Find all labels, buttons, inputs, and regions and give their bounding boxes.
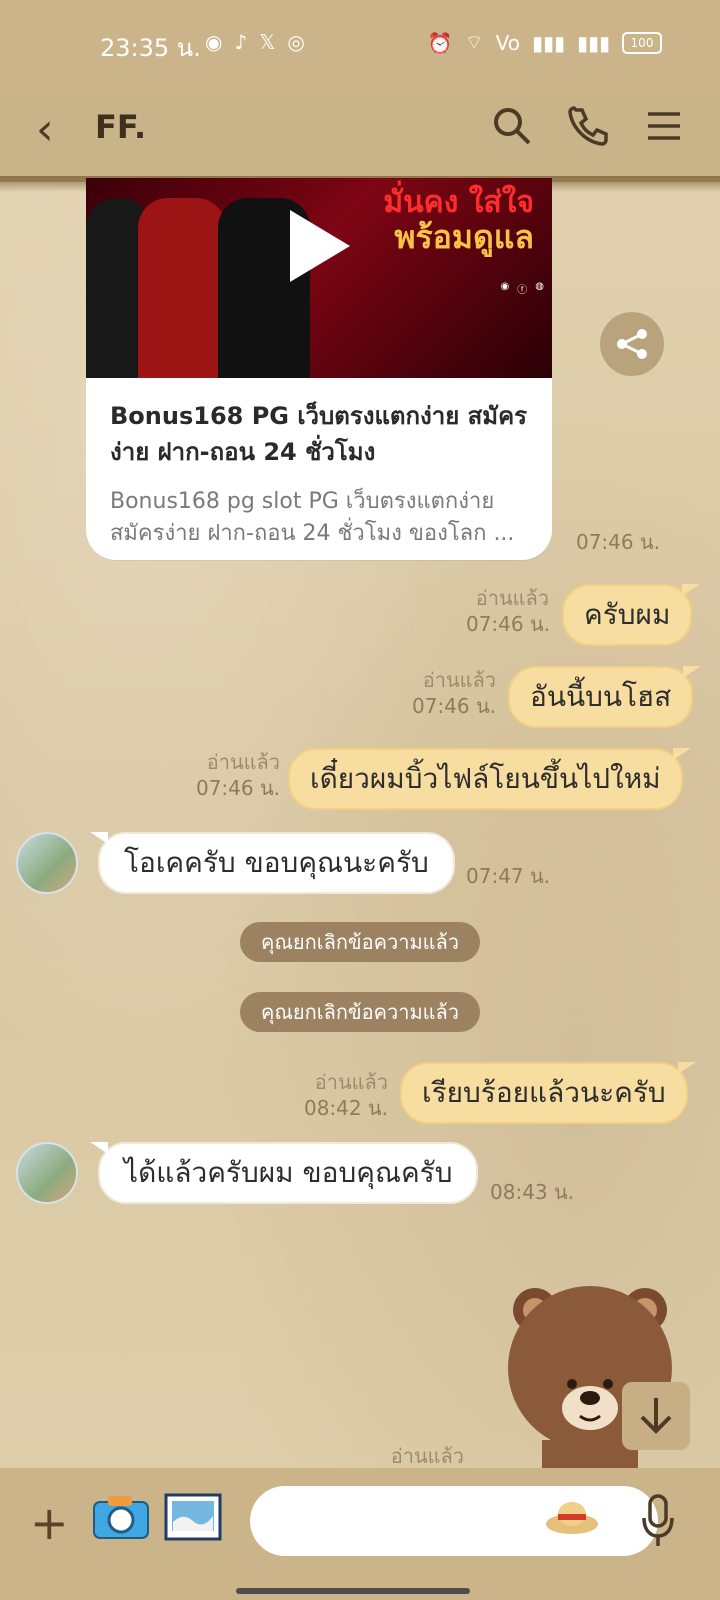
- plus-icon[interactable]: +: [30, 1496, 69, 1550]
- outgoing-message[interactable]: เรียบร้อยแล้วนะครับ: [400, 1062, 696, 1124]
- microphone-icon[interactable]: [638, 1492, 678, 1550]
- x-icon: 𝕏: [259, 30, 276, 54]
- status-time: 23:35 น.: [100, 34, 201, 62]
- status-system-icons: ⏰ ⌔ Vo ▮▮▮ ▮▮▮ 100: [428, 30, 662, 55]
- signal-icon-2: ▮▮▮: [576, 30, 610, 55]
- photo-icon[interactable]: [163, 1492, 223, 1542]
- play-icon[interactable]: [290, 210, 350, 282]
- banner-gold-text: พร้อมดูแล: [394, 218, 534, 256]
- back-icon[interactable]: ‹: [36, 104, 54, 155]
- share-icon: [617, 329, 647, 359]
- camera-icon[interactable]: [90, 1492, 152, 1542]
- contact-avatar[interactable]: [16, 1142, 78, 1204]
- search-icon[interactable]: [490, 104, 534, 148]
- shared-video-card[interactable]: มั่นคง ใส่ใจ พร้อมดูแล ◉ ⓕ ◍ Bonus168 PG…: [86, 178, 552, 560]
- scroll-down-button[interactable]: [622, 1382, 690, 1450]
- message-time: 07:47 น.: [466, 864, 551, 888]
- system-message: คุณยกเลิกข้อความแล้ว: [240, 992, 480, 1032]
- menu-icon[interactable]: [642, 104, 686, 148]
- contact-avatar[interactable]: [16, 832, 78, 894]
- call-icon[interactable]: [566, 104, 610, 148]
- message-input-bar: +: [0, 1468, 720, 1600]
- home-indicator[interactable]: [236, 1588, 470, 1594]
- video-thumbnail[interactable]: มั่นคง ใส่ใจ พร้อมดูแล ◉ ⓕ ◍: [86, 178, 552, 378]
- globe-icon: ◍: [535, 281, 544, 292]
- message-time: 08:42 น.: [303, 1096, 388, 1120]
- video-title: Bonus168 PG เว็บตรงแตกง่าย สมัครง่าย ฝาก…: [110, 402, 528, 466]
- message-time: 07:46 น.: [411, 694, 496, 718]
- outgoing-message[interactable]: ครับผม: [562, 584, 701, 646]
- signal-icon: ▮▮▮: [531, 30, 565, 55]
- banner-red-text: มั่นคง ใส่ใจ: [383, 185, 534, 220]
- outgoing-message[interactable]: เดี๋ยวผมบิ้วไฟล์โยนขึ้นไปใหม่: [288, 748, 691, 810]
- message-time: 07:46 น.: [195, 776, 280, 800]
- message-time: 08:43 น.: [490, 1180, 575, 1204]
- arrow-down-icon: [640, 1398, 672, 1434]
- messenger-icon: ◉: [205, 30, 223, 54]
- video-banner: มั่นคง ใส่ใจ พร้อมดูแล: [383, 185, 534, 256]
- incoming-message[interactable]: โอเคครับ ขอบคุณนะครับ: [90, 832, 455, 894]
- video-brand-strip: ◉ ⓕ ◍: [501, 281, 544, 296]
- volte-icon: Vo: [495, 30, 520, 55]
- person-silhouette: [138, 198, 226, 378]
- wifi-icon: ⌔: [464, 30, 484, 54]
- status-bar: 23:35 น. ◉ ♪ 𝕏 ◎ ⏰ ⌔ Vo ▮▮▮ ▮▮▮ 100: [0, 0, 720, 92]
- share-button[interactable]: [600, 312, 664, 376]
- tiktok-icon: ♪: [234, 30, 248, 54]
- message-time: 07:46 น.: [575, 530, 660, 554]
- video-description: Bonus168 pg slot PG เว็บตรงแตกง่าย สมัคร…: [110, 489, 515, 546]
- facebook-icon: ⓕ: [517, 285, 528, 296]
- sticker-icon[interactable]: [544, 1494, 600, 1538]
- instagram-icon: ◎: [287, 30, 305, 54]
- chat-title: FF.: [95, 108, 147, 146]
- message-time: 07:46 น.: [465, 612, 550, 636]
- line-icon: ◉: [500, 281, 510, 292]
- chat-header: ‹ FF.: [0, 92, 720, 192]
- battery-icon: 100: [622, 31, 662, 54]
- outgoing-message[interactable]: อันนี้บนโฮส: [508, 666, 702, 728]
- status-app-icons: ◉ ♪ 𝕏 ◎: [205, 30, 305, 54]
- system-message: คุณยกเลิกข้อความแล้ว: [240, 922, 480, 962]
- alarm-icon: ⏰: [427, 30, 453, 55]
- incoming-message[interactable]: ได้แล้วครับผม ขอบคุณครับ: [89, 1142, 479, 1204]
